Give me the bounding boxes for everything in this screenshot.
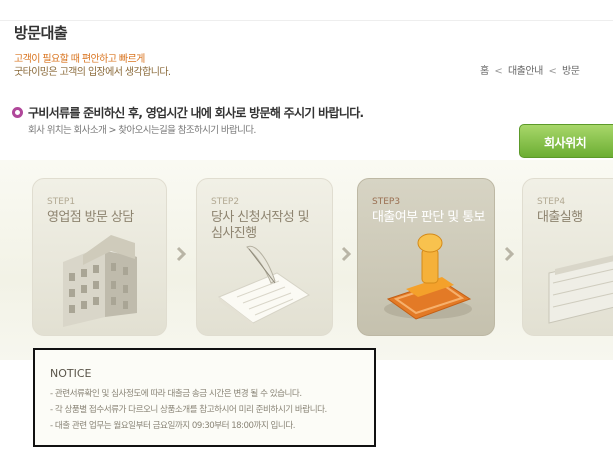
breadcrumb-loan-guide[interactable]: 대출안내 (508, 66, 543, 77)
info-sub-text: 회사 위치는 회사소개 > 찾아오시는길을 참조하시기 바랍니다. (28, 125, 256, 136)
chevron-right-icon (176, 246, 186, 262)
breadcrumb: 홈 < 대출안내 < 방문 (480, 62, 580, 77)
breadcrumb-home[interactable]: 홈 (480, 66, 489, 77)
company-location-button[interactable]: 회사위치 (519, 124, 613, 158)
breadcrumb-separator: < (548, 66, 557, 77)
info-main-text: 구비서류를 준비하신 후, 영업시간 내에 회사로 방문해 주시기 바랍니다. (28, 106, 364, 120)
page-title: 방문대출 (14, 24, 68, 42)
breadcrumb-visit[interactable]: 방문 (562, 66, 580, 77)
step-4-card: STEP4 대출실행 (522, 178, 613, 336)
step-2-card: STEP2 당사 신청서작성 및 심사진행 (196, 178, 333, 336)
top-divider (0, 20, 613, 21)
notice-line: - 대출 관련 업무는 월요일부터 금요일까지 09:30부터 18:00까지 … (50, 421, 295, 431)
notice-line: - 각 상품별 접수서류가 다르오니 상품소개를 참고하시어 미리 준비하시기 … (50, 405, 327, 415)
step-3-card: STEP3 대출여부 판단 및 통보 (357, 178, 495, 336)
cash-icon (548, 255, 613, 324)
stamp-icon (384, 233, 472, 320)
chevron-right-icon (341, 246, 351, 262)
slogan-line-2: 굿타이밍은 고객의 입장에서 생각합니다. (14, 67, 171, 78)
notice-box: NOTICE - 관련서류확인 및 심사정도에 따라 대출금 송금 시간은 변경… (33, 348, 376, 447)
step-1-card: STEP1 영업점 방문 상담 (32, 178, 167, 336)
breadcrumb-separator: < (494, 66, 503, 77)
quill-document-icon (218, 245, 310, 327)
building-icon (63, 235, 137, 327)
chevron-right-icon (504, 246, 514, 262)
bullet-circle-icon (12, 107, 23, 118)
notice-title: NOTICE (50, 367, 92, 380)
notice-line: - 관련서류확인 및 심사정도에 따라 대출금 송금 시간은 변경 될 수 있습… (50, 389, 302, 399)
